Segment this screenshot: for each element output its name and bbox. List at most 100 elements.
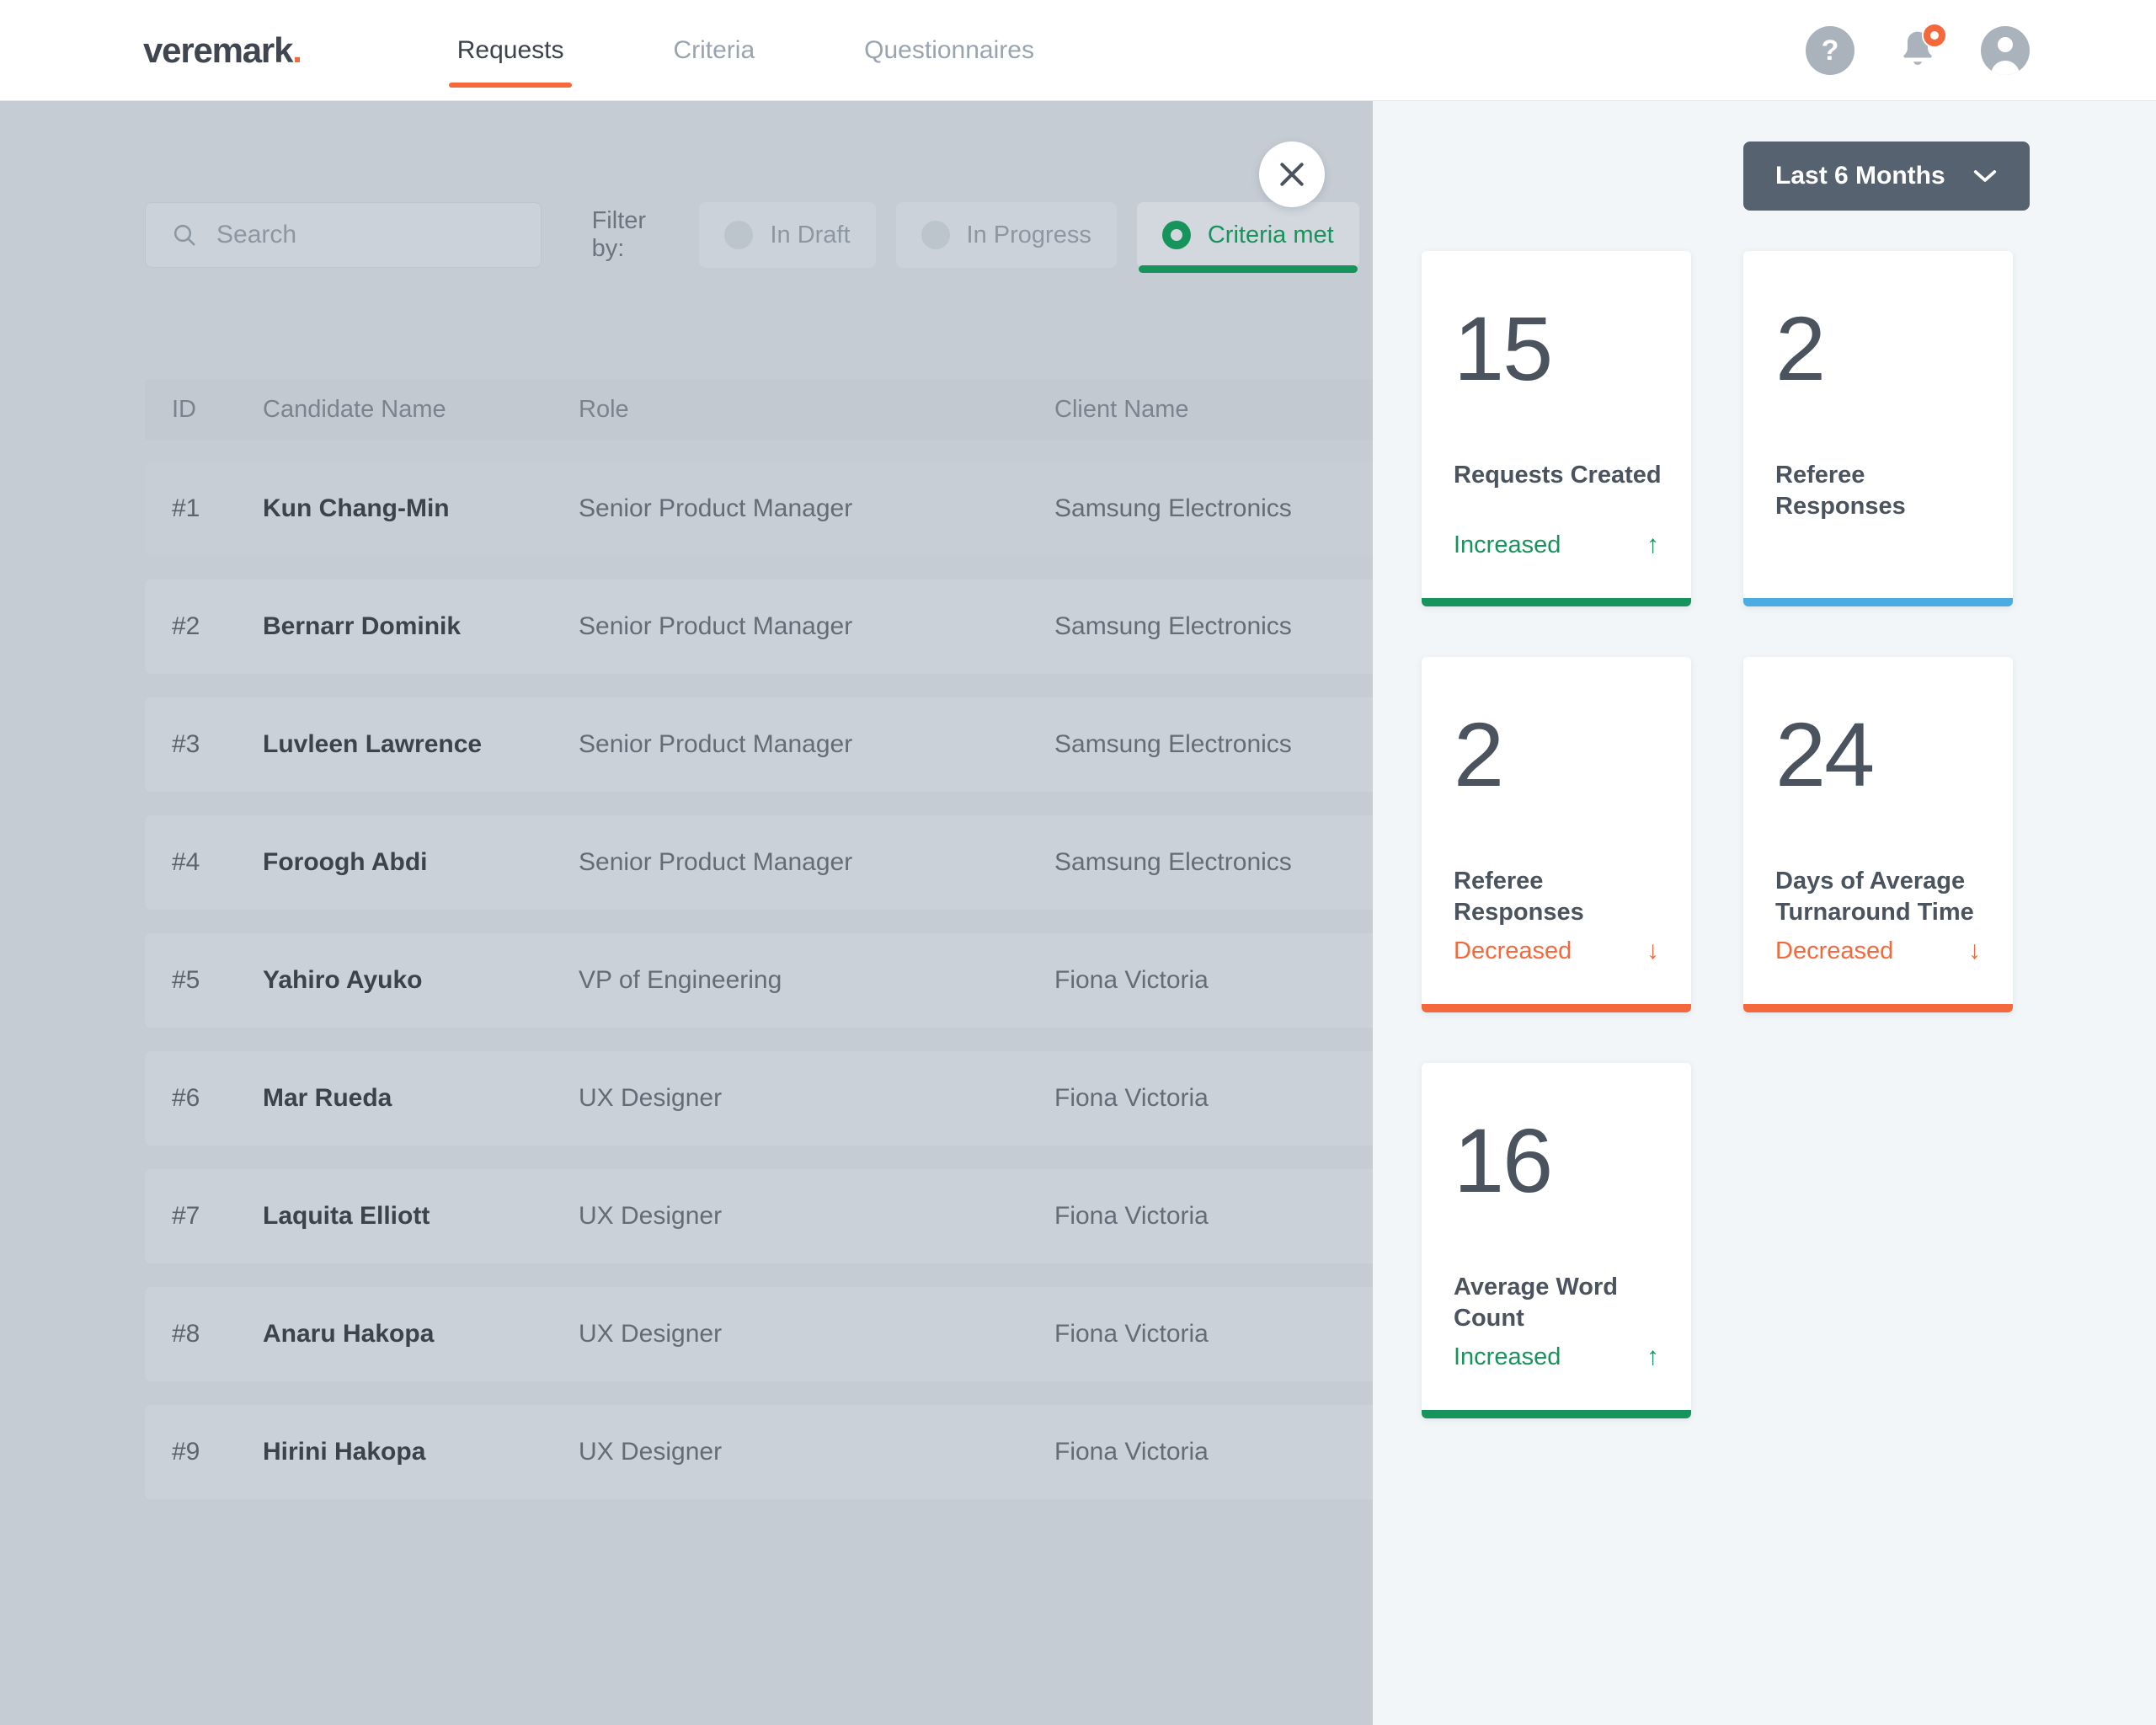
cell-client: Fiona Victoria bbox=[1054, 1202, 1209, 1230]
filter-chip-in-draft[interactable]: In Draft bbox=[699, 202, 876, 268]
cell-name: Yahiro Ayuko bbox=[263, 966, 423, 994]
stat-trend: Decreased ↓ bbox=[1775, 937, 1981, 965]
stat-card-referee-responses[interactable]: 2 Referee Responses Decreased ↓ bbox=[1422, 657, 1691, 1012]
chevron-down-icon bbox=[1973, 170, 1996, 182]
table-row[interactable]: #9 Hirini Hakopa UX Designer Fiona Victo… bbox=[145, 1405, 1373, 1499]
search-input[interactable]: Search bbox=[145, 202, 542, 268]
cell-name: Mar Rueda bbox=[263, 1084, 392, 1112]
filter-chip-criteria-met[interactable]: Criteria met bbox=[1136, 202, 1359, 273]
date-range-selector[interactable]: Last 6 Months bbox=[1743, 142, 2030, 211]
arrow-down-icon: ↓ bbox=[1968, 937, 1981, 964]
tab-questionnaires-label: Questionnaires bbox=[864, 35, 1034, 64]
stat-value: 24 bbox=[1775, 703, 1875, 805]
cell-id: #7 bbox=[172, 1202, 200, 1230]
table-row[interactable]: #4 Foroogh Abdi Senior Product Manager S… bbox=[145, 815, 1373, 910]
cell-id: #1 bbox=[172, 494, 200, 522]
cell-client: Fiona Victoria bbox=[1054, 1438, 1209, 1466]
stat-value: 2 bbox=[1775, 297, 1826, 399]
stat-label: Referee Responses bbox=[1775, 462, 1906, 521]
stat-trend-text: Increased bbox=[1454, 531, 1561, 558]
stat-accent-bar bbox=[1743, 598, 2013, 606]
stat-label: Referee Responses bbox=[1454, 868, 1584, 927]
cell-id: #8 bbox=[172, 1320, 200, 1348]
table-row[interactable]: #1 Kun Chang-Min Senior Product Manager … bbox=[145, 462, 1373, 556]
search-placeholder: Search bbox=[216, 221, 297, 248]
stat-accent-bar bbox=[1422, 1410, 1691, 1418]
date-range-value: Last 6 Months bbox=[1775, 162, 1945, 190]
top-navigation-bar: veremark. Requests Criteria Questionnair… bbox=[0, 0, 2156, 101]
cell-role: Senior Product Manager bbox=[579, 612, 853, 640]
radio-icon bbox=[921, 221, 950, 249]
cell-id: #5 bbox=[172, 966, 200, 994]
stat-label: Requests Created bbox=[1454, 462, 1662, 489]
cell-name: Foroogh Abdi bbox=[263, 848, 428, 876]
table-row[interactable]: #8 Anaru Hakopa UX Designer Fiona Victor… bbox=[145, 1287, 1373, 1381]
filter-chip-criteria-met-label: Criteria met bbox=[1207, 221, 1334, 248]
tab-criteria[interactable]: Criteria bbox=[664, 0, 763, 101]
filter-chip-in-draft-label: In Draft bbox=[770, 221, 851, 248]
stat-card-requests-created[interactable]: 15 Requests Created Increased ↑ bbox=[1422, 251, 1691, 606]
notification-badge bbox=[1922, 23, 1947, 48]
cell-id: #2 bbox=[172, 612, 200, 640]
cell-role: UX Designer bbox=[579, 1438, 723, 1466]
arrow-down-icon: ↓ bbox=[1646, 937, 1659, 964]
close-icon bbox=[1280, 163, 1304, 186]
stat-card-turnaround-time[interactable]: 24 Days of Average Turnaround Time Decre… bbox=[1743, 657, 2013, 1012]
stat-trend: Increased ↑ bbox=[1454, 1343, 1659, 1371]
cell-role: Senior Product Manager bbox=[579, 494, 853, 522]
arrow-up-icon: ↑ bbox=[1646, 1343, 1659, 1370]
user-avatar-icon[interactable] bbox=[1981, 26, 2030, 75]
close-panel-button[interactable] bbox=[1259, 142, 1325, 207]
filter-by-label: Filter by: bbox=[591, 207, 647, 262]
cell-name: Kun Chang-Min bbox=[263, 494, 450, 522]
cell-name: Laquita Elliott bbox=[263, 1202, 430, 1230]
table-row[interactable]: #7 Laquita Elliott UX Designer Fiona Vic… bbox=[145, 1169, 1373, 1263]
radio-icon bbox=[724, 221, 754, 249]
cell-client: Samsung Electronics bbox=[1054, 494, 1292, 522]
filter-chip-in-progress-label: In Progress bbox=[966, 221, 1091, 248]
table-row[interactable]: #5 Yahiro Ayuko VP of Engineering Fiona … bbox=[145, 933, 1373, 1028]
cell-client: Fiona Victoria bbox=[1054, 1320, 1209, 1348]
table-row[interactable]: #2 Bernarr Dominik Senior Product Manage… bbox=[145, 579, 1373, 674]
search-icon bbox=[173, 224, 195, 246]
cell-role: Senior Product Manager bbox=[579, 848, 853, 876]
stat-accent-bar bbox=[1422, 598, 1691, 606]
column-header-role: Role bbox=[579, 395, 629, 423]
requests-list-backdrop: Search Filter by: In Draft In Progress C… bbox=[0, 101, 1373, 1725]
cell-client: Samsung Electronics bbox=[1054, 730, 1292, 758]
app-root: veremark. Requests Criteria Questionnair… bbox=[0, 0, 2156, 1725]
cell-role: Senior Product Manager bbox=[579, 730, 853, 758]
tab-requests[interactable]: Requests bbox=[448, 0, 573, 101]
radio-selected-icon bbox=[1161, 221, 1191, 249]
stat-card-grid: 15 Requests Created Increased ↑ 2 Refere… bbox=[1422, 251, 2104, 1418]
stat-accent-bar bbox=[1743, 1004, 2013, 1012]
column-header-client-name: Client Name bbox=[1054, 395, 1189, 423]
stat-value: 2 bbox=[1454, 703, 1504, 805]
cell-role: UX Designer bbox=[579, 1320, 723, 1348]
tab-requests-label: Requests bbox=[456, 35, 564, 64]
filter-chip-group: In Draft In Progress Criteria met bbox=[699, 202, 1373, 273]
help-icon[interactable]: ? bbox=[1806, 26, 1854, 75]
filter-chip-in-progress[interactable]: In Progress bbox=[895, 202, 1117, 268]
tab-questionnaires[interactable]: Questionnaires bbox=[856, 0, 1043, 101]
notification-bell-icon[interactable] bbox=[1893, 23, 1947, 75]
cell-client: Fiona Victoria bbox=[1054, 966, 1209, 994]
cell-client: Samsung Electronics bbox=[1054, 612, 1292, 640]
analytics-panel: Last 6 Months 15 Requests Created Increa… bbox=[1373, 101, 2156, 1725]
cell-name: Bernarr Dominik bbox=[263, 612, 462, 640]
cell-id: #6 bbox=[172, 1084, 200, 1112]
stat-value: 16 bbox=[1454, 1109, 1553, 1211]
stat-trend-text: Increased bbox=[1454, 1343, 1561, 1370]
table-row[interactable]: #3 Luvleen Lawrence Senior Product Manag… bbox=[145, 697, 1373, 792]
list-toolbar: Search Filter by: In Draft In Progress C… bbox=[145, 202, 1373, 273]
stat-card-referee-responses-total[interactable]: 2 Referee Responses bbox=[1743, 251, 2013, 606]
veremark-logo[interactable]: veremark. bbox=[143, 30, 302, 71]
cell-name: Hirini Hakopa bbox=[263, 1438, 426, 1466]
cell-client: Samsung Electronics bbox=[1054, 848, 1292, 876]
cell-role: UX Designer bbox=[579, 1202, 723, 1230]
column-header-id: ID bbox=[172, 395, 196, 423]
cell-id: #3 bbox=[172, 730, 200, 758]
stat-card-average-word-count[interactable]: 16 Average Word Count Increased ↑ bbox=[1422, 1063, 1691, 1418]
table-row[interactable]: #6 Mar Rueda UX Designer Fiona Victoria bbox=[145, 1051, 1373, 1146]
cell-id: #9 bbox=[172, 1438, 200, 1466]
